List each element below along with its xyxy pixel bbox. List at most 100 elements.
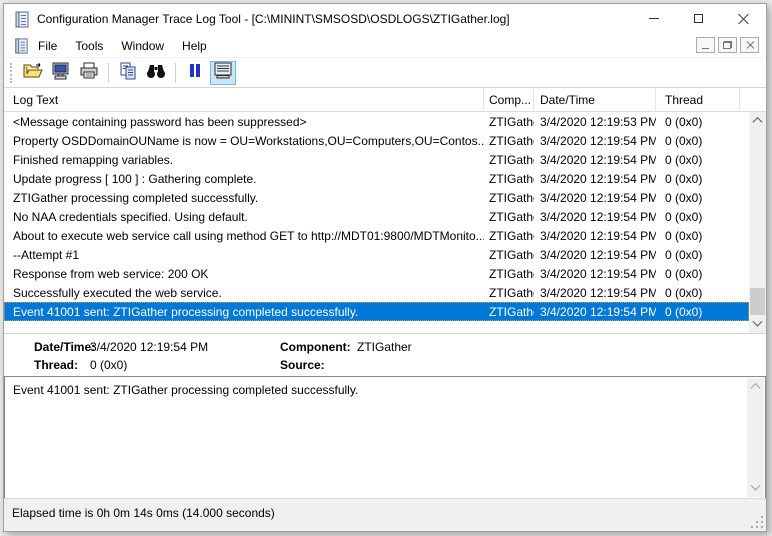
log-cell-thread: 0 (0x0) xyxy=(656,286,740,300)
log-cell-datetime: 3/4/2020 12:19:54 PM xyxy=(534,248,656,262)
log-cell-thread: 0 (0x0) xyxy=(656,210,740,224)
log-cell-text: Event 41001 sent: ZTIGather processing c… xyxy=(4,305,484,319)
log-row[interactable]: <Message containing password has been su… xyxy=(4,112,749,131)
log-cell-text: ZTIGather processing completed successfu… xyxy=(4,191,484,205)
resize-grip[interactable] xyxy=(750,515,763,528)
column-header-datetime[interactable]: Date/Time xyxy=(534,88,656,112)
detail-source-label: Source: xyxy=(280,358,325,372)
log-row[interactable]: ZTIGather processing completed successfu… xyxy=(4,188,749,207)
open-file-button[interactable] xyxy=(20,61,46,85)
message-pane[interactable]: Event 41001 sent: ZTIGather processing c… xyxy=(4,376,766,499)
toolbar-separator xyxy=(175,63,176,83)
log-cell-component: ZTIGathe xyxy=(484,172,534,186)
log-cell-datetime: 3/4/2020 12:19:54 PM xyxy=(534,153,656,167)
log-cell-text: No NAA credentials specified. Using defa… xyxy=(4,210,484,224)
log-cell-component: ZTIGathe xyxy=(484,267,534,281)
mdi-close-button[interactable] xyxy=(740,37,759,53)
pause-button[interactable] xyxy=(182,61,208,85)
column-header-filler xyxy=(740,88,766,112)
scroll-down-icon[interactable] xyxy=(747,480,764,497)
mdi-minimize-button[interactable] xyxy=(696,37,715,53)
list-scrollbar-thumb[interactable] xyxy=(750,288,765,315)
log-cell-thread: 0 (0x0) xyxy=(656,191,740,205)
scroll-up-icon[interactable] xyxy=(749,112,766,129)
computer-icon xyxy=(51,62,71,85)
detail-datetime-label: Date/Time: xyxy=(34,340,95,354)
log-row[interactable]: Update progress [ 100 ] : Gathering comp… xyxy=(4,169,749,188)
log-cell-component: ZTIGathe xyxy=(484,286,534,300)
log-cell-component: ZTIGathe xyxy=(484,134,534,148)
log-row[interactable]: Property OSDDomainOUName is now = OU=Wor… xyxy=(4,131,749,150)
message-text: Event 41001 sent: ZTIGather processing c… xyxy=(13,383,739,397)
scroll-up-icon[interactable] xyxy=(747,378,764,395)
message-scrollbar[interactable] xyxy=(747,378,764,497)
log-row[interactable]: About to execute web service call using … xyxy=(4,226,749,245)
log-cell-datetime: 3/4/2020 12:19:54 PM xyxy=(534,305,656,319)
toolbar-grip[interactable] xyxy=(10,63,12,83)
document-icon[interactable] xyxy=(13,38,29,54)
detail-component-label: Component: xyxy=(280,340,351,354)
log-row[interactable]: Successfully executed the web service.ZT… xyxy=(4,283,749,302)
detail-thread-value: 0 (0x0) xyxy=(90,358,127,372)
log-cell-text: Response from web service: 200 OK xyxy=(4,267,484,281)
log-rows: <Message containing password has been su… xyxy=(4,112,749,333)
copy-button[interactable] xyxy=(115,61,141,85)
mdi-restore-button[interactable] xyxy=(718,37,737,53)
log-cell-thread: 0 (0x0) xyxy=(656,134,740,148)
log-cell-datetime: 3/4/2020 12:19:54 PM xyxy=(534,172,656,186)
log-cell-datetime: 3/4/2020 12:19:54 PM xyxy=(534,286,656,300)
log-list: Log Text Comp... Date/Time Thread <Messa… xyxy=(4,87,766,333)
toolbar xyxy=(4,59,766,87)
log-cell-thread: 0 (0x0) xyxy=(656,305,740,319)
menu-tools[interactable]: Tools xyxy=(66,36,112,56)
log-row[interactable]: No NAA credentials specified. Using defa… xyxy=(4,207,749,226)
status-bar: Elapsed time is 0h 0m 14s 0ms (14.000 se… xyxy=(4,498,766,531)
maximize-button[interactable] xyxy=(676,4,721,33)
detail-view-button[interactable] xyxy=(210,61,236,85)
menu-help[interactable]: Help xyxy=(173,36,216,56)
log-cell-datetime: 3/4/2020 12:19:53 PM xyxy=(534,115,656,129)
printer-icon xyxy=(79,62,99,84)
log-cell-text: --Attempt #1 xyxy=(4,248,484,262)
column-header-thread[interactable]: Thread xyxy=(656,88,740,112)
column-header-logtext[interactable]: Log Text xyxy=(4,88,484,112)
print-button[interactable] xyxy=(76,61,102,85)
log-row[interactable]: Finished remapping variables.ZTIGathe3/4… xyxy=(4,150,749,169)
log-cell-text: Finished remapping variables. xyxy=(4,153,484,167)
log-row[interactable]: Response from web service: 200 OKZTIGath… xyxy=(4,264,749,283)
copy-icon xyxy=(119,62,137,85)
log-cell-component: ZTIGathe xyxy=(484,210,534,224)
minimize-button[interactable] xyxy=(631,4,676,33)
log-cell-datetime: 3/4/2020 12:19:54 PM xyxy=(534,229,656,243)
close-button[interactable] xyxy=(721,4,766,33)
log-cell-thread: 0 (0x0) xyxy=(656,267,740,281)
log-cell-component: ZTIGathe xyxy=(484,115,534,129)
log-row[interactable]: --Attempt #1ZTIGathe3/4/2020 12:19:54 PM… xyxy=(4,245,749,264)
log-cell-component: ZTIGathe xyxy=(484,153,534,167)
window-title: Configuration Manager Trace Log Tool - [… xyxy=(37,12,510,26)
log-row[interactable]: Event 41001 sent: ZTIGather processing c… xyxy=(4,302,749,321)
remote-computer-button[interactable] xyxy=(48,61,74,85)
menu-file[interactable]: File xyxy=(29,36,66,56)
log-cell-datetime: 3/4/2020 12:19:54 PM xyxy=(534,191,656,205)
find-button[interactable] xyxy=(143,61,169,85)
detail-view-icon xyxy=(213,62,233,84)
log-cell-component: ZTIGathe xyxy=(484,305,534,319)
log-cell-datetime: 3/4/2020 12:19:54 PM xyxy=(534,267,656,281)
column-header-component[interactable]: Comp... xyxy=(484,88,534,112)
detail-component-value: ZTIGather xyxy=(357,340,412,354)
list-scrollbar[interactable] xyxy=(749,112,766,333)
menu-window[interactable]: Window xyxy=(112,36,173,56)
log-cell-thread: 0 (0x0) xyxy=(656,248,740,262)
scroll-down-icon[interactable] xyxy=(749,316,766,333)
cmtrace-window: Configuration Manager Trace Log Tool - [… xyxy=(3,3,767,532)
log-cell-text: Update progress [ 100 ] : Gathering comp… xyxy=(4,172,484,186)
log-cell-text: About to execute web service call using … xyxy=(4,229,484,243)
elapsed-time-text: Elapsed time is 0h 0m 14s 0ms (14.000 se… xyxy=(12,506,275,520)
detail-thread-label: Thread: xyxy=(34,358,78,372)
log-cell-thread: 0 (0x0) xyxy=(656,115,740,129)
column-header-row: Log Text Comp... Date/Time Thread xyxy=(4,88,766,112)
detail-datetime-value: 3/4/2020 12:19:54 PM xyxy=(90,340,208,354)
log-cell-component: ZTIGathe xyxy=(484,248,534,262)
title-bar: Configuration Manager Trace Log Tool - [… xyxy=(4,4,766,34)
